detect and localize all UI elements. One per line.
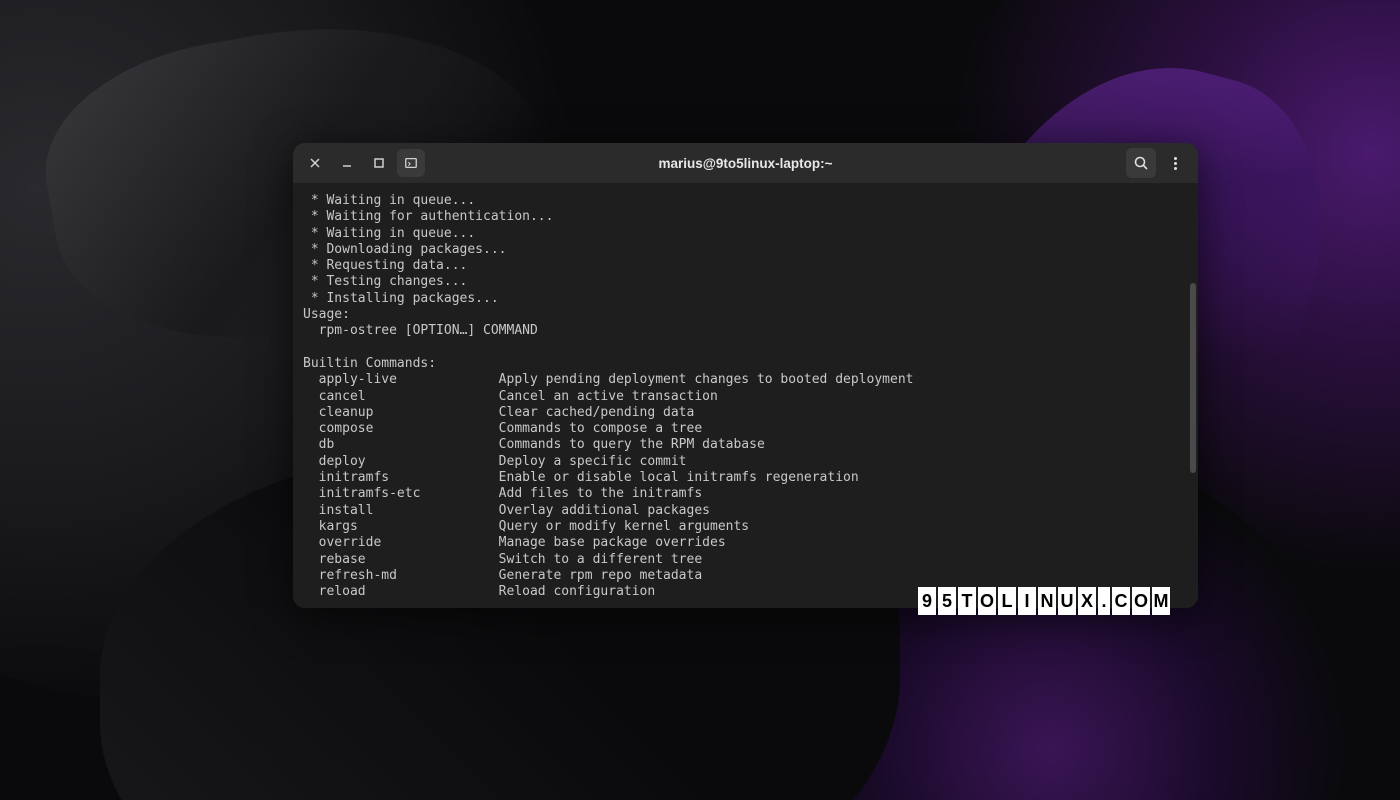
watermark-char: T [958,587,976,615]
terminal-window: marius@9to5linux-laptop:~ * Waiting in q… [293,143,1198,608]
watermark-char: I [1018,587,1036,615]
watermark-char: 5 [938,587,956,615]
new-tab-button[interactable] [397,149,425,177]
minimize-icon [340,156,354,170]
scrollbar[interactable] [1188,183,1198,608]
maximize-button[interactable] [365,149,393,177]
search-button[interactable] [1126,148,1156,178]
watermark-char: O [1132,587,1150,615]
watermark-char: X [1078,587,1096,615]
watermark-char: L [998,587,1016,615]
search-icon [1133,155,1149,171]
watermark-char: C [1112,587,1130,615]
watermark: 95TOLINUX.COM [918,587,1170,615]
minimize-button[interactable] [333,149,361,177]
watermark-char: 9 [918,587,936,615]
terminal-icon [404,156,418,170]
titlebar: marius@9to5linux-laptop:~ [293,143,1198,183]
watermark-char: M [1152,587,1170,615]
watermark-char: N [1038,587,1056,615]
terminal-output[interactable]: * Waiting in queue... * Waiting for auth… [293,183,1188,608]
window-title: marius@9to5linux-laptop:~ [658,156,832,171]
scrollbar-thumb[interactable] [1190,283,1196,473]
maximize-icon [372,156,386,170]
close-icon [308,156,322,170]
menu-button[interactable] [1160,148,1190,178]
close-button[interactable] [301,149,329,177]
kebab-menu-icon [1174,157,1177,170]
watermark-char: U [1058,587,1076,615]
watermark-char: O [978,587,996,615]
watermark-char: . [1098,587,1110,615]
